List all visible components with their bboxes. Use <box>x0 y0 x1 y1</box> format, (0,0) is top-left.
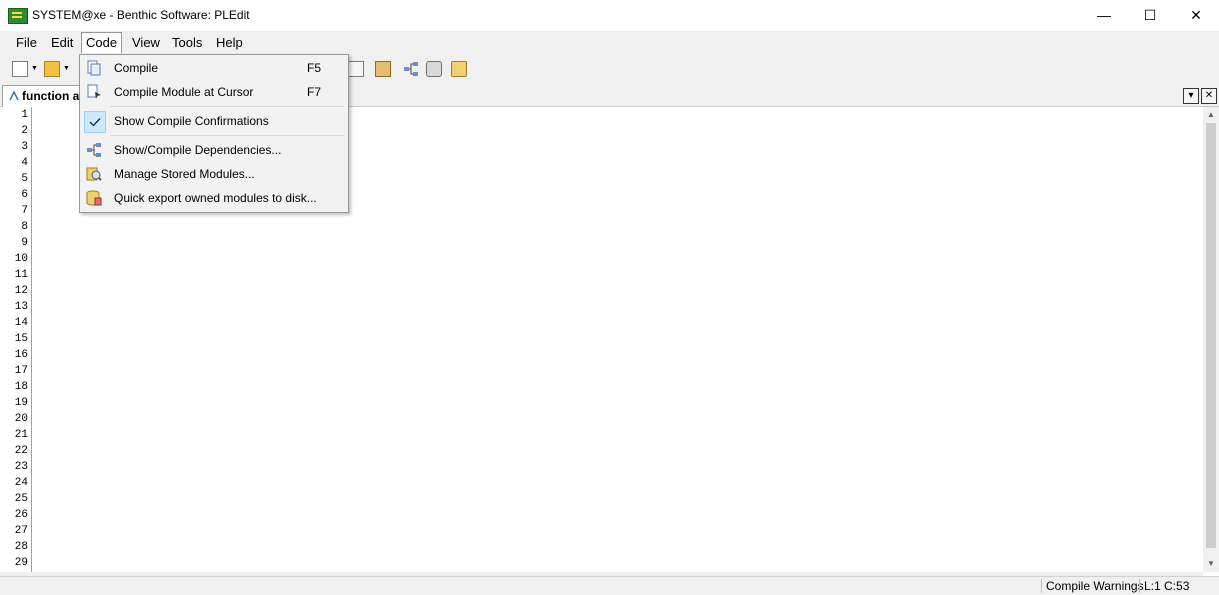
menu-edit[interactable]: Edit <box>49 35 75 51</box>
cursor-position-status: L:1 C:53 <box>1139 579 1189 593</box>
menu-item-label: Compile Module at Cursor <box>114 85 254 99</box>
dependency-tree-icon <box>87 143 101 157</box>
menu-item-compile[interactable]: Compile F5 <box>80 57 348 79</box>
menu-tools[interactable]: Tools <box>170 35 204 51</box>
line-number: 3 <box>21 141 28 153</box>
menu-item-compile-at-cursor[interactable]: Compile Module at Cursor F7 <box>80 81 348 103</box>
menu-item-show-compile-confirmations[interactable]: Show Compile Confirmations <box>80 110 348 133</box>
line-number: 5 <box>21 173 28 185</box>
line-number: 7 <box>21 205 28 217</box>
minimize-button[interactable]: — <box>1081 0 1127 31</box>
check-icon <box>89 118 101 127</box>
menu-item-label: Manage Stored Modules... <box>114 167 255 181</box>
line-number: 9 <box>21 237 28 249</box>
tab-label: function ap <box>22 89 87 103</box>
menu-item-show-dependencies[interactable]: Show/Compile Dependencies... <box>80 139 348 161</box>
scroll-down-arrow-icon[interactable]: ▼ <box>1203 556 1219 572</box>
menu-item-label: Compile <box>114 61 159 75</box>
title-bar: SYSTEM@xe - Benthic Software: PLEdit — ☐… <box>0 0 1219 31</box>
line-number: 14 <box>14 317 28 329</box>
dependency-tree-toolbar-icon[interactable] <box>403 61 419 77</box>
stored-modules-toolbar-icon[interactable] <box>426 61 442 77</box>
line-number: 19 <box>14 397 28 409</box>
scrollbar-thumb[interactable] <box>1206 123 1216 548</box>
menu-item-label: Show Compile Confirmations <box>114 114 269 128</box>
line-number: 25 <box>14 493 28 505</box>
menu-help[interactable]: Help <box>214 35 245 51</box>
export-disk-toolbar-icon[interactable] <box>451 61 467 77</box>
new-file-icon[interactable] <box>12 61 28 77</box>
maximize-button[interactable]: ☐ <box>1127 0 1173 31</box>
line-number: 13 <box>14 301 28 313</box>
compile-toolbar-icon[interactable] <box>375 61 391 77</box>
status-bar: Compile Warnings L:1 C:53 <box>0 576 1219 595</box>
line-number: 1 <box>21 109 28 121</box>
compile-icon <box>87 60 101 76</box>
compile-cursor-icon <box>87 84 101 99</box>
line-number: 4 <box>21 157 28 169</box>
line-number: 23 <box>14 461 28 473</box>
line-number: 10 <box>14 253 28 265</box>
stored-modules-icon <box>86 167 102 181</box>
menu-item-shortcut: F5 <box>307 61 322 75</box>
menu-view[interactable]: View <box>130 35 162 51</box>
open-dropdown-chevron-icon[interactable]: ▼ <box>63 65 71 73</box>
line-number: 12 <box>14 285 28 297</box>
line-number: 27 <box>14 525 28 537</box>
scroll-up-arrow-icon[interactable]: ▲ <box>1203 107 1219 123</box>
window-title: SYSTEM@xe - Benthic Software: PLEdit <box>32 8 250 22</box>
line-number: 29 <box>14 557 28 569</box>
line-number-gutter: 1 2 3 4 5 6 7 8 9 10 11 12 13 14 15 16 1… <box>0 107 32 572</box>
line-number: 22 <box>14 445 28 457</box>
line-number: 18 <box>14 381 28 393</box>
menu-item-quick-export[interactable]: Quick export owned modules to disk... <box>80 187 348 209</box>
line-number: 6 <box>21 189 28 201</box>
menu-file[interactable]: File <box>14 35 39 51</box>
menu-separator <box>110 106 344 107</box>
menu-bar: File Edit Code View Tools Help <box>0 31 1219 55</box>
function-file-icon <box>9 90 19 101</box>
line-number: 11 <box>14 269 28 281</box>
checked-indicator <box>84 111 106 133</box>
tab-list-chevron-down-icon[interactable]: ▾ <box>1183 88 1199 104</box>
line-number: 17 <box>14 365 28 377</box>
menu-item-label: Quick export owned modules to disk... <box>114 191 317 205</box>
close-tab-icon[interactable]: ✕ <box>1201 88 1217 104</box>
new-dropdown-chevron-icon[interactable]: ▼ <box>31 65 39 73</box>
app-logo-icon <box>8 8 28 24</box>
export-disk-icon <box>86 190 102 206</box>
line-number: 15 <box>14 333 28 345</box>
open-folder-icon[interactable] <box>44 61 60 77</box>
menu-separator <box>110 135 344 136</box>
menu-item-shortcut: F7 <box>307 85 322 99</box>
line-number: 24 <box>14 477 28 489</box>
page-icon[interactable] <box>348 61 364 77</box>
line-number: 28 <box>14 541 28 553</box>
line-number: 26 <box>14 509 28 521</box>
menu-item-label: Show/Compile Dependencies... <box>114 143 282 157</box>
tab-function[interactable]: function ap <box>2 85 87 107</box>
close-window-button[interactable]: ✕ <box>1173 0 1219 31</box>
line-number: 16 <box>14 349 28 361</box>
vertical-scrollbar[interactable]: ▲ ▼ <box>1203 107 1219 572</box>
line-number: 2 <box>21 125 28 137</box>
compile-warnings-status[interactable]: Compile Warnings <box>1041 579 1144 593</box>
line-number: 21 <box>14 429 28 441</box>
code-menu-dropdown: Compile F5 Compile Module at Cursor F7 S… <box>79 54 349 213</box>
menu-code[interactable]: Code <box>81 32 123 53</box>
line-number: 20 <box>14 413 28 425</box>
line-number: 8 <box>21 221 28 233</box>
menu-item-manage-stored-modules[interactable]: Manage Stored Modules... <box>80 163 348 185</box>
